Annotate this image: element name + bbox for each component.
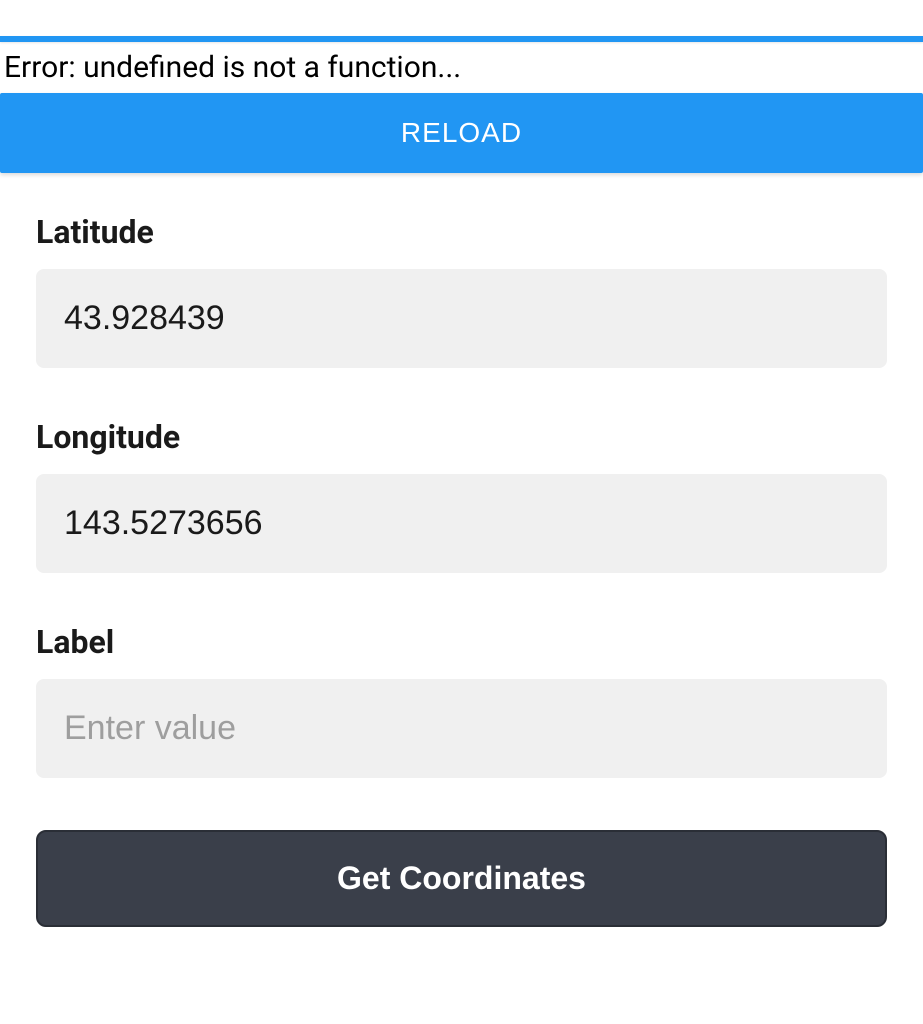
reload-button[interactable]: RELOAD — [0, 93, 923, 173]
get-coordinates-button[interactable]: Get Coordinates — [36, 830, 887, 927]
latitude-input[interactable] — [36, 269, 887, 368]
latitude-label: Latitude — [36, 213, 887, 251]
label-group: Label — [36, 623, 887, 778]
label-input[interactable] — [36, 679, 887, 778]
longitude-label: Longitude — [36, 418, 887, 456]
longitude-group: Longitude — [36, 418, 887, 573]
form-container: Latitude Longitude Label Get Coordinates — [0, 173, 923, 927]
label-field-label: Label — [36, 623, 887, 661]
error-message: Error: undefined is not a function... — [0, 42, 923, 93]
longitude-input[interactable] — [36, 474, 887, 573]
latitude-group: Latitude — [36, 213, 887, 368]
